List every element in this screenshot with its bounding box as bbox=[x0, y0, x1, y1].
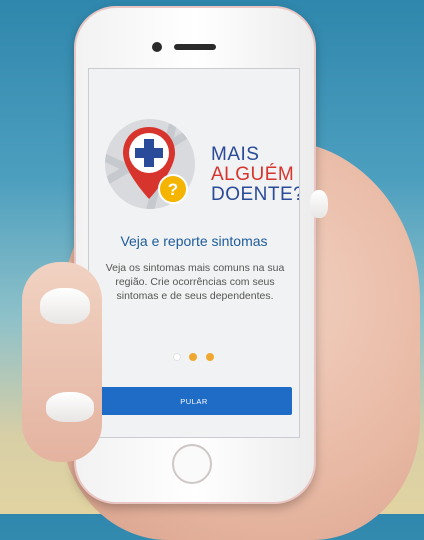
page-dot-2[interactable] bbox=[189, 353, 198, 361]
logo-line-alguem: ALGUÉM bbox=[211, 164, 295, 185]
logo-line-doente: DOENTE? bbox=[211, 184, 300, 205]
speaker bbox=[174, 44, 216, 50]
logo-line-mais: MAIS bbox=[211, 144, 260, 165]
skip-button[interactable]: PULAR bbox=[96, 387, 292, 415]
onboarding-description: Veja os sintomas mais comuns na sua regi… bbox=[105, 262, 285, 302]
finger-nail-2 bbox=[46, 392, 94, 422]
app-logo: ? MAIS ALGUÉM DOENTE? bbox=[95, 119, 299, 219]
page-indicator[interactable] bbox=[173, 348, 218, 366]
health-pin-icon: ? bbox=[123, 127, 188, 204]
app-screen: ? MAIS ALGUÉM DOENTE? Veja e reporte sin… bbox=[88, 68, 300, 438]
thumb-nail bbox=[40, 288, 90, 324]
front-camera bbox=[152, 42, 162, 52]
onboarding-headline: Veja e reporte sintomas bbox=[120, 233, 268, 249]
home-button[interactable] bbox=[172, 444, 212, 484]
logo-title: MAIS ALGUÉM DOENTE? bbox=[211, 144, 300, 205]
svg-text:?: ? bbox=[168, 180, 178, 199]
page-dot-1[interactable] bbox=[173, 353, 181, 361]
page-dot-3[interactable] bbox=[205, 353, 214, 361]
finger-nail-1 bbox=[310, 190, 328, 218]
